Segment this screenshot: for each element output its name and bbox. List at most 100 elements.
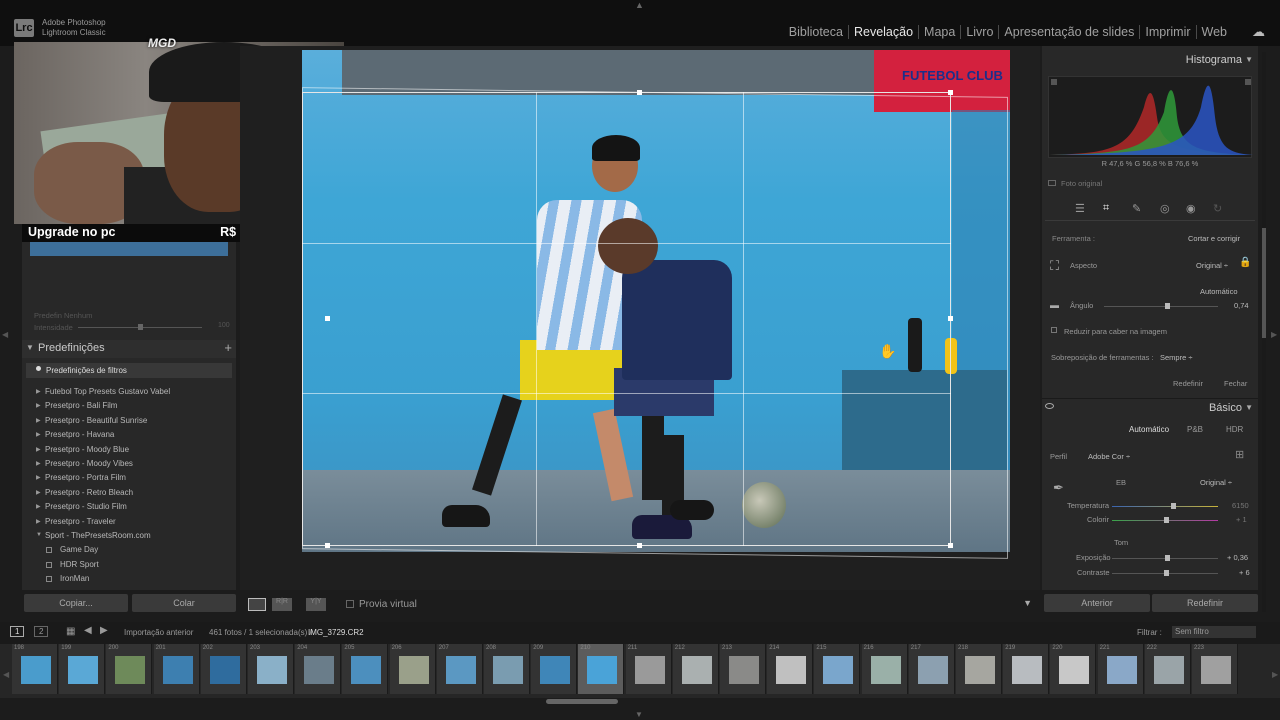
module-web[interactable]: Web — [1195, 25, 1232, 39]
filmstrip-thumbnail[interactable]: 210 — [578, 644, 625, 694]
tint-value[interactable]: + 1 — [1236, 515, 1247, 524]
filmstrip-thumbnail[interactable]: 222 — [1144, 644, 1191, 694]
module-revelacao[interactable]: Revelação — [847, 25, 918, 39]
filmstrip-thumbnail[interactable]: 215 — [814, 644, 861, 694]
filmstrip-thumbnail[interactable]: 206 — [389, 644, 436, 694]
preset-item[interactable]: HDR Sport — [26, 558, 232, 572]
module-livro[interactable]: Livro — [960, 25, 998, 39]
forward-arrow-icon[interactable]: ▶ — [100, 625, 108, 636]
preset-group[interactable]: ▶ Presetpro - Moody Vibes — [26, 457, 232, 471]
filmstrip-thumbnail[interactable]: 202 — [200, 644, 247, 694]
filmstrip-thumbnail[interactable]: 208 — [484, 644, 530, 694]
histogram[interactable] — [1048, 76, 1253, 158]
preset-group[interactable]: ▼ Sport - ThePresetsRoom.com — [26, 529, 232, 543]
right-scrollbar-thumb[interactable] — [1262, 228, 1266, 338]
filmstrip-thumbnail[interactable]: 199 — [59, 644, 106, 694]
profile-dropdown[interactable]: Adobe Cor ÷ — [1088, 452, 1130, 461]
window-2-button[interactable]: 2 — [34, 626, 49, 637]
crop-handle-bottom-left[interactable] — [325, 543, 330, 548]
filmstrip-thumbnail[interactable]: 209 — [531, 644, 578, 694]
preset-group[interactable]: ▶ Presetpro - Traveler — [26, 515, 232, 529]
filmstrip-thumbnail[interactable]: 204 — [295, 644, 342, 694]
crop-reset-button[interactable]: Redefinir — [1173, 379, 1203, 388]
collapse-bottom-arrow-icon[interactable]: ▼ — [635, 710, 643, 719]
exposure-value[interactable]: + 0,36 — [1227, 553, 1248, 562]
basic-header[interactable]: Básico ▼ — [1042, 398, 1258, 416]
filmstrip-thumbnail[interactable]: 216 — [861, 644, 908, 694]
crop-handle-top-right[interactable] — [948, 90, 953, 95]
angle-value[interactable]: 0,74 — [1234, 301, 1249, 310]
filmstrip-thumbnail[interactable]: 221 — [1097, 644, 1144, 694]
filmstrip-thumbnail[interactable]: 207 — [436, 644, 483, 694]
preset-group[interactable]: ▶ Presetpro - Bali Film — [26, 399, 232, 413]
filmstrip-thumbnail[interactable]: 203 — [248, 644, 294, 694]
filmstrip-filename[interactable]: IMG_3729.CR2 — [308, 628, 364, 637]
lock-icon[interactable]: 🔒 — [1239, 257, 1251, 268]
exposure-knob[interactable] — [1165, 555, 1171, 561]
tint-knob[interactable] — [1164, 517, 1170, 523]
module-biblioteca[interactable]: Biblioteca — [784, 25, 848, 39]
contrast-value[interactable]: + 6 — [1239, 568, 1250, 577]
previous-button[interactable]: Anterior — [1044, 594, 1150, 612]
temp-knob[interactable] — [1171, 503, 1177, 509]
eyedropper-icon[interactable]: ✒ — [1053, 480, 1064, 496]
overlay-dropdown[interactable]: Sempre ÷ — [1160, 353, 1192, 362]
before-after-split-icon[interactable]: Y|Y — [306, 598, 326, 611]
filmstrip-thumbnail[interactable]: 211 — [625, 644, 672, 694]
shadow-clip-icon[interactable] — [1051, 79, 1057, 85]
cloud-icon[interactable]: ☁ — [1252, 24, 1265, 40]
preset-group[interactable]: ▶ Presetpro - Moody Blue — [26, 443, 232, 457]
preset-group[interactable]: ▶ Futebol Top Presets Gustavo Vabel — [26, 385, 232, 399]
red-eye-icon[interactable]: ◎ — [1160, 202, 1170, 215]
preset-item[interactable]: IronMan — [26, 572, 232, 586]
paste-button[interactable]: Colar — [132, 594, 236, 612]
filmstrip-thumbnail[interactable]: 200 — [106, 644, 153, 694]
filter-dropdown[interactable]: Sem filtro — [1172, 626, 1256, 638]
temp-value[interactable]: 6150 — [1232, 501, 1249, 510]
healing-brush-icon[interactable]: ✎ — [1132, 202, 1141, 215]
filmstrip-right-arrow-icon[interactable]: ▶ — [1272, 670, 1278, 679]
loupe-view-icon[interactable] — [248, 598, 266, 611]
crop-handle-bottom[interactable] — [637, 543, 642, 548]
wb-dropdown[interactable]: Original ÷ — [1200, 478, 1232, 487]
preset-group[interactable]: ▶ Presetpro - Portra Film — [26, 471, 232, 485]
before-after-icon[interactable]: R|R — [272, 598, 292, 611]
straighten-level-icon[interactable]: ▬ — [1050, 300, 1059, 310]
histogram-header[interactable]: Histograma ▼ — [1042, 52, 1258, 68]
grid-view-icon[interactable]: ▦ — [66, 626, 75, 637]
filmstrip-thumbnail[interactable]: 219 — [1003, 644, 1050, 694]
eye-icon[interactable] — [1045, 403, 1054, 409]
angle-slider[interactable] — [1104, 306, 1218, 307]
redo-tool-icon[interactable]: ↻ — [1213, 202, 1222, 215]
aspect-dropdown[interactable]: Original ÷ — [1196, 261, 1228, 270]
original-photo-toggle[interactable] — [1048, 180, 1056, 186]
right-panel-arrow-icon[interactable]: ▶ — [1271, 330, 1277, 339]
filmstrip-thumbnail[interactable]: 218 — [956, 644, 1002, 694]
preset-group[interactable]: ▶ Presetpro - Havana — [26, 428, 232, 442]
crop-tool-icon[interactable]: ⌗ — [1103, 202, 1109, 215]
masking-icon[interactable]: ◉ — [1186, 202, 1196, 215]
crop-handle-top[interactable] — [637, 90, 642, 95]
crop-frame-tool-icon[interactable]: ⛶ — [1050, 258, 1059, 274]
filmstrip[interactable]: 198 199 200 201 202 203 204 205 206 207 208 209 210 2… — [0, 644, 1280, 698]
filmstrip-thumbnail[interactable]: 220 — [1050, 644, 1097, 694]
collapse-top-arrow-icon[interactable]: ▲ — [635, 0, 644, 10]
left-panel-arrow-icon[interactable]: ◀ — [2, 330, 8, 339]
crop-close-button[interactable]: Fechar — [1224, 379, 1247, 388]
filmstrip-thumbnail[interactable]: 223 — [1192, 644, 1238, 694]
temp-slider[interactable] — [1112, 506, 1218, 507]
filmstrip-thumbnail[interactable]: 212 — [672, 644, 719, 694]
filmstrip-left-arrow-icon[interactable]: ◀ — [3, 670, 9, 679]
toolbar-menu-icon[interactable]: ▼ — [1023, 598, 1032, 608]
auto-straighten-button[interactable]: Automático — [1200, 287, 1238, 296]
filmstrip-thumbnail[interactable]: 198 — [12, 644, 58, 694]
crop-handle-right[interactable] — [948, 316, 953, 321]
crop-handle-bottom-right[interactable] — [948, 543, 953, 548]
filmstrip-thumbnail[interactable]: 214 — [767, 644, 814, 694]
angle-knob[interactable] — [1164, 303, 1170, 309]
preset-filter-row[interactable]: Predefinições de filtros — [26, 363, 232, 378]
highlight-clip-icon[interactable] — [1245, 79, 1251, 85]
filmstrip-thumbnail[interactable]: 217 — [908, 644, 955, 694]
module-mapa[interactable]: Mapa — [918, 25, 960, 39]
constrain-checkbox[interactable] — [1051, 327, 1057, 333]
